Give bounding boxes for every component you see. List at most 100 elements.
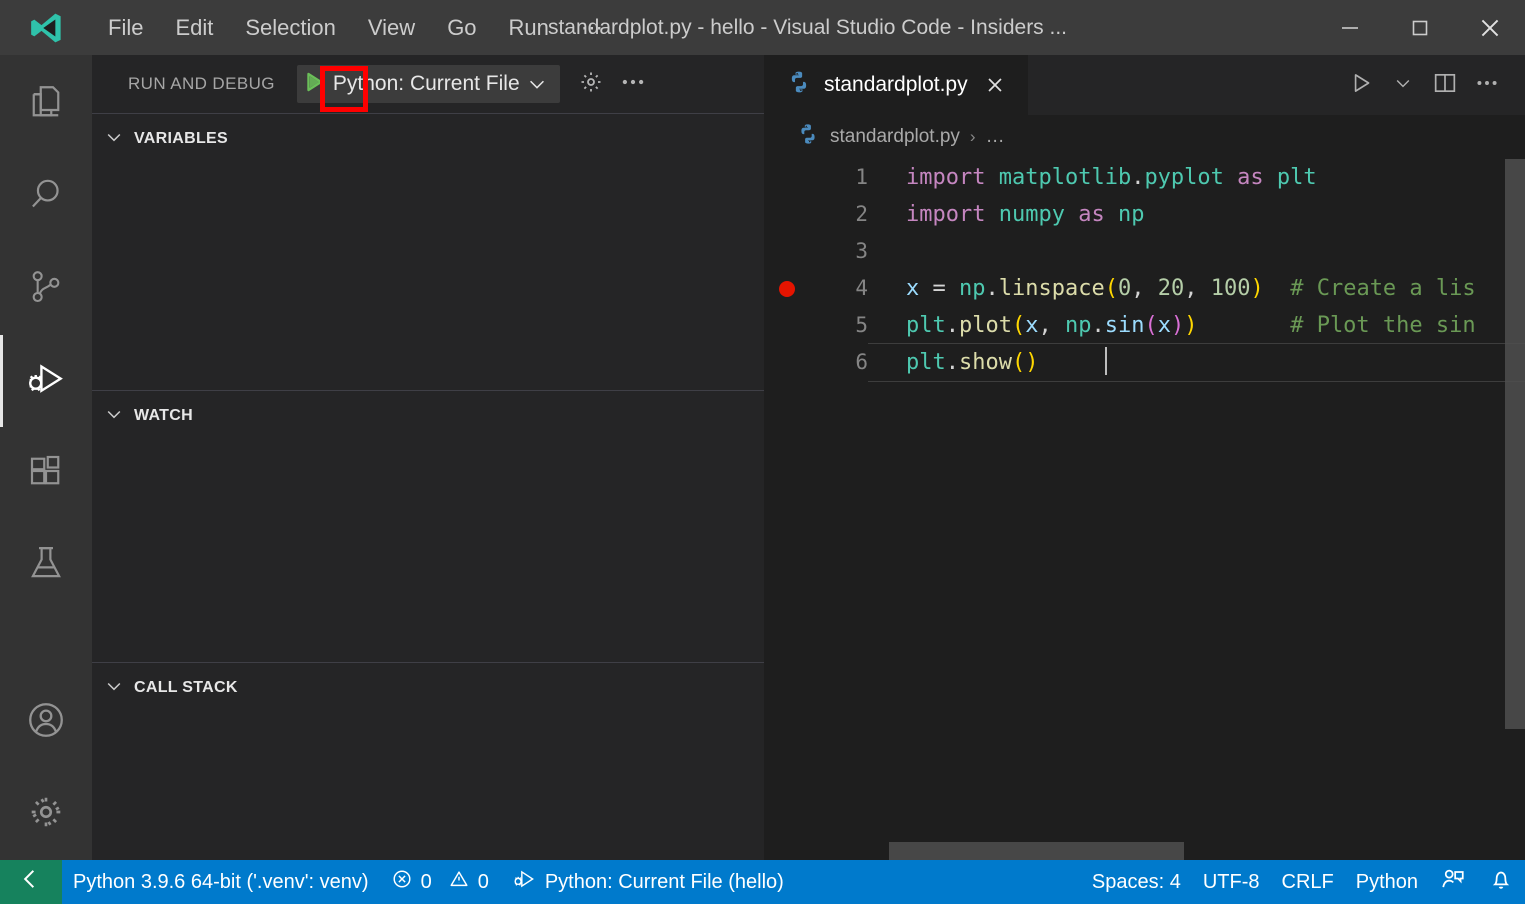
beaker-icon	[25, 542, 67, 589]
menu-selection[interactable]: Selection	[229, 11, 352, 45]
extensions-icon	[25, 450, 67, 497]
code-line-text: import matplotlib.pyplot as plt	[868, 159, 1317, 196]
maximize-icon[interactable]	[1385, 0, 1455, 55]
status-indentation[interactable]: Spaces: 4	[1081, 860, 1192, 904]
menu-edit[interactable]: Edit	[159, 11, 229, 45]
play-icon	[1348, 70, 1374, 101]
pane-call-stack-header[interactable]: CALL STACK	[92, 663, 764, 713]
close-icon[interactable]	[980, 70, 1010, 100]
pane-call-stack-body	[92, 713, 764, 860]
menu-file[interactable]: File	[92, 11, 159, 45]
status-language-mode[interactable]: Python	[1345, 860, 1429, 904]
code-token: sin	[1105, 313, 1145, 338]
code-token: .	[1091, 313, 1104, 338]
source-control-icon	[26, 267, 66, 312]
run-python-file-button[interactable]	[1341, 63, 1381, 107]
code-line-text: x = np.linspace(0, 20, 100) # Create a l…	[868, 270, 1476, 307]
code-token	[1264, 165, 1277, 190]
code-token: .	[986, 276, 999, 301]
activitybar-item-testing[interactable]	[0, 519, 92, 611]
editor-action-bar	[1341, 55, 1525, 115]
activitybar-item-extensions[interactable]	[0, 427, 92, 519]
code-token: np	[1065, 313, 1092, 338]
horizontal-scrollbar-thumb[interactable]	[889, 842, 1184, 860]
line-number: 2	[810, 196, 868, 233]
vertical-scrollbar-thumb[interactable]	[1505, 159, 1525, 729]
code-token	[985, 202, 998, 227]
sidebar-more-actions-button[interactable]	[612, 63, 654, 105]
code-token: matplotlib	[999, 165, 1131, 190]
activitybar-item-source-control[interactable]	[0, 243, 92, 335]
breadcrumb-symbol[interactable]: …	[986, 126, 1005, 148]
menu-go[interactable]: Go	[431, 11, 492, 45]
code-token: .	[946, 313, 959, 338]
editor-tabs: standardplot.py	[764, 55, 1525, 115]
status-encoding[interactable]: UTF-8	[1192, 860, 1271, 904]
code-token: 20	[1158, 276, 1185, 301]
code-line[interactable]: 6plt.show()	[764, 344, 1525, 381]
status-problems[interactable]: 0 0	[380, 860, 500, 904]
gear-icon	[576, 67, 606, 102]
breakpoint-dot[interactable]	[764, 281, 810, 297]
code-token: plot	[959, 313, 1012, 338]
activitybar-item-accounts[interactable]	[0, 676, 92, 768]
live-share-icon	[1440, 866, 1466, 898]
code-token: # Plot the sin	[1290, 313, 1475, 338]
python-file-icon	[786, 69, 812, 101]
split-editor-right-button[interactable]	[1425, 63, 1465, 107]
start-debugging-button[interactable]	[297, 65, 331, 103]
code-token: 100	[1211, 276, 1251, 301]
status-warnings-count: 0	[478, 871, 489, 894]
code-token: numpy	[999, 202, 1065, 227]
menu-run[interactable]: Run	[493, 11, 565, 45]
sidebar-actions	[570, 63, 654, 105]
code-line[interactable]: 1import matplotlib.pyplot as plt	[764, 159, 1525, 196]
menu-more[interactable]: ⋯	[565, 11, 619, 45]
run-options-dropdown-button[interactable]	[1383, 63, 1423, 107]
status-interpreter[interactable]: Python 3.9.6 64-bit ('.venv': venv)	[62, 860, 380, 904]
status-debug-config[interactable]: Python: Current File (hello)	[500, 860, 795, 904]
code-token: (	[1105, 276, 1118, 301]
remote-window-icon	[17, 865, 45, 899]
chevron-down-icon	[104, 676, 124, 701]
remote-window-button[interactable]	[0, 860, 62, 904]
editor-vertical-scrollbar[interactable]	[1505, 159, 1525, 860]
tab-standardplot-py[interactable]: standardplot.py	[764, 55, 1028, 115]
open-launch-json-button[interactable]	[570, 63, 612, 105]
code-line[interactable]: 5plt.plot(x, np.sin(x)) # Plot the sin	[764, 307, 1525, 344]
debug-configuration-label[interactable]: Python: Current File	[331, 72, 524, 96]
chevron-down-icon[interactable]	[524, 73, 554, 95]
status-live-share[interactable]	[1429, 860, 1477, 904]
activitybar-item-manage[interactable]	[0, 768, 92, 860]
minimize-icon[interactable]	[1315, 0, 1385, 55]
pane-variables-header[interactable]: VARIABLES	[92, 114, 764, 164]
activitybar-spacer	[0, 611, 92, 676]
code-token: (	[1012, 313, 1025, 338]
debug-sidebar: RUN AND DEBUG Python: Current File	[92, 55, 764, 860]
split-editor-icon	[1431, 69, 1459, 102]
breadcrumb-file[interactable]: standardplot.py	[796, 122, 960, 152]
activitybar-item-explorer[interactable]	[0, 59, 92, 151]
activitybar-item-search[interactable]	[0, 151, 92, 243]
code-token: x	[1025, 313, 1038, 338]
code-editor[interactable]: 1import matplotlib.pyplot as plt2import …	[764, 159, 1525, 860]
text-cursor	[1105, 347, 1107, 375]
status-eol[interactable]: CRLF	[1271, 860, 1345, 904]
menu-view[interactable]: View	[352, 11, 431, 45]
code-token: 0	[1118, 276, 1131, 301]
code-line[interactable]: 2import numpy as np	[764, 196, 1525, 233]
code-token: show	[959, 350, 1012, 375]
editor-more-actions-button[interactable]	[1467, 63, 1507, 107]
code-token: )	[1184, 313, 1197, 338]
code-line[interactable]: 3	[764, 233, 1525, 270]
pane-call-stack-title: CALL STACK	[134, 679, 238, 697]
pane-watch-header[interactable]: WATCH	[92, 391, 764, 441]
window-controls	[1315, 0, 1525, 55]
status-notifications[interactable]	[1477, 860, 1525, 904]
activitybar-item-run-and-debug[interactable]	[0, 335, 92, 427]
close-icon[interactable]	[1455, 0, 1525, 55]
code-line[interactable]: 4x = np.linspace(0, 20, 100) # Create a …	[764, 270, 1525, 307]
editor-horizontal-scrollbar[interactable]	[764, 842, 1525, 860]
line-number: 6	[810, 344, 868, 381]
bell-icon	[1488, 866, 1514, 898]
